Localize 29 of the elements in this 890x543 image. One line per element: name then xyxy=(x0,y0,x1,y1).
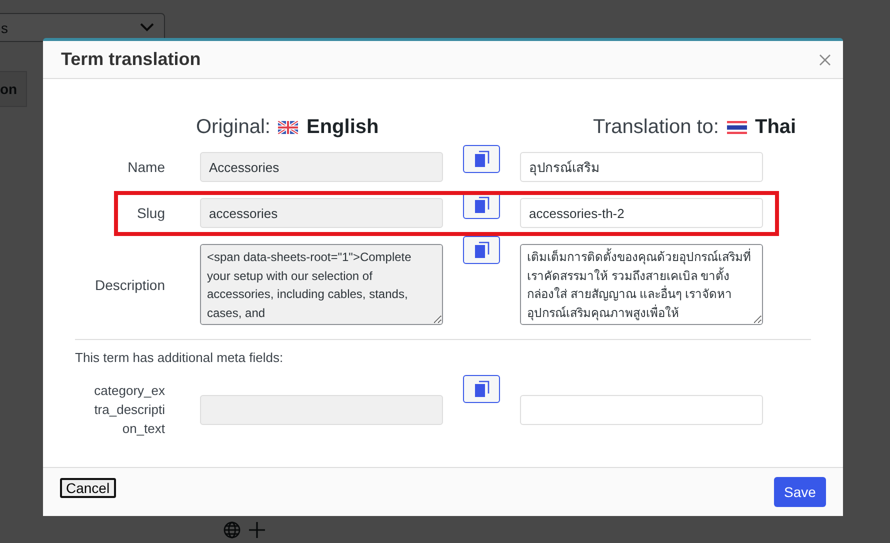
input-field[interactable]: อุปกรณ์เสริม xyxy=(520,152,763,182)
language-name: Thai xyxy=(755,116,796,138)
copy-icon xyxy=(474,150,490,168)
field-label: Name xyxy=(126,159,165,175)
copy-icon xyxy=(474,380,490,398)
field-label: Description xyxy=(94,276,165,292)
save-button[interactable]: Save xyxy=(774,477,826,507)
input-field[interactable]: accessories-th-2 xyxy=(520,198,763,228)
copy-button[interactable] xyxy=(463,236,500,264)
cancel-button[interactable]: Cancel xyxy=(60,478,116,498)
select-value: s xyxy=(1,20,8,36)
input-field[interactable]: accessories xyxy=(200,198,443,228)
close-icon[interactable] xyxy=(819,54,831,66)
input-field[interactable] xyxy=(520,395,763,425)
field-label: category_extra_description_text xyxy=(93,382,165,438)
column-heading: Original: xyxy=(196,116,270,138)
input-field[interactable]: Accessories xyxy=(200,152,443,182)
column-heading: Translation to: xyxy=(593,116,719,138)
field-label: Slug xyxy=(136,205,165,221)
copy-button[interactable] xyxy=(463,145,500,173)
language-name: English xyxy=(306,116,379,138)
text-area[interactable]: <span data-sheets-root="1">Complete your setup with our selection of accessories, including cables, stands, cases, and xyxy=(200,244,443,325)
dialog-title: Term translation xyxy=(61,49,201,70)
copy-button[interactable] xyxy=(463,375,500,403)
copy-icon xyxy=(474,241,490,259)
copy-icon xyxy=(474,196,490,214)
text-area[interactable]: เติมเต็มการติดตั้งของคุณด้วยอุปกรณ์เสริมที่เราคัดสรรมาให้ รวมถึงสายเคเบิล ขาตั้ง กล่องใส่ สายสัญญาณ และอื่นๆ เราจัดหาอุปกรณ์เสริมคุณภาพสูงเพื่อให้ xyxy=(520,244,763,325)
input-field[interactable] xyxy=(200,395,443,425)
meta-note: This term has additional meta fields: xyxy=(75,350,284,365)
